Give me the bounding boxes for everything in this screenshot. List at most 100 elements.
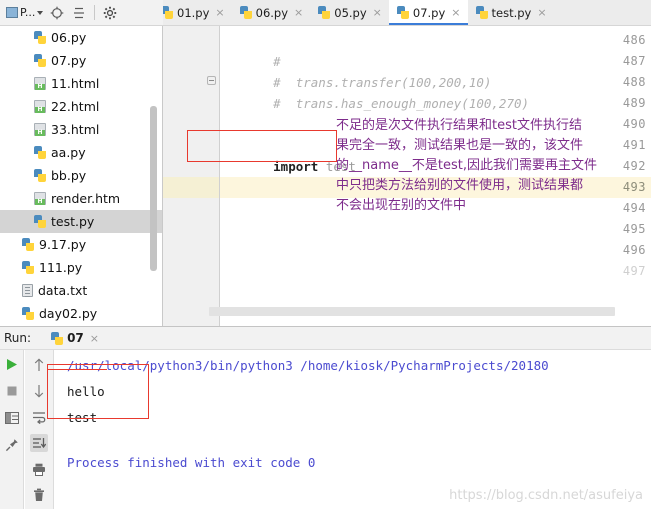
collapse-all-icon[interactable] (69, 3, 89, 23)
tree-item-33html[interactable]: 33.html (0, 118, 162, 141)
scroll-down-icon[interactable] (30, 382, 48, 400)
line-number: 489 (622, 96, 646, 110)
run-actions-toolbar (0, 350, 24, 509)
locate-target-icon[interactable] (47, 3, 67, 23)
close-icon[interactable]: × (537, 7, 546, 18)
code-line-488: # trans.has_enough_money(100,270) (228, 72, 529, 111)
print-icon[interactable] (30, 460, 48, 478)
close-icon[interactable]: × (90, 333, 99, 344)
project-dropdown[interactable]: P... (4, 5, 45, 20)
python-file-icon (22, 307, 34, 320)
console-output[interactable]: /usr/local/python3/bin/python3 /home/kio… (55, 350, 651, 509)
code-line-487: # trans.transfer(100,200,10) (228, 51, 491, 90)
tree-item-bbpy[interactable]: bb.py (0, 164, 162, 187)
tab-label: 06.py (255, 5, 289, 20)
console-line-output-hello: hello (67, 384, 105, 399)
close-icon[interactable]: × (215, 7, 224, 18)
line-number: 490 (622, 117, 646, 131)
tab-testpy[interactable]: test.py × (467, 0, 554, 25)
tab-label: 01.py (177, 5, 210, 20)
soft-wrap-icon[interactable] (30, 408, 48, 426)
close-icon[interactable]: × (373, 7, 382, 18)
pin-tab-icon[interactable] (3, 436, 21, 454)
tree-item-label: 06.py (51, 30, 87, 45)
python-file-icon (34, 215, 46, 228)
html-file-icon (34, 123, 46, 136)
close-icon[interactable]: × (294, 7, 303, 18)
tree-item-label: 07.py (51, 53, 87, 68)
tree-item-07py[interactable]: 07.py (0, 49, 162, 72)
tree-item-label: 11.html (51, 76, 100, 91)
tree-item-datatxt[interactable]: data.txt (0, 279, 162, 302)
editor-horizontal-scrollbar[interactable] (209, 307, 615, 316)
tree-item-testpy[interactable]: test.py (0, 210, 162, 233)
console-strikethrough (47, 369, 107, 370)
editor-gutter[interactable] (163, 26, 220, 326)
project-label: P... (20, 6, 36, 19)
python-file-icon (51, 331, 64, 345)
settings-gear-icon[interactable] (100, 3, 120, 23)
tree-item-917py[interactable]: 9.17.py (0, 233, 162, 256)
tree-item-111py[interactable]: 111.py (0, 256, 162, 279)
code-line-486: # (228, 30, 281, 69)
python-file-icon (34, 146, 46, 159)
tab-label: 07.py (412, 5, 446, 20)
line-number-current: 493 (622, 180, 646, 194)
tree-item-06py[interactable]: 06.py (0, 26, 162, 49)
line-number: 492 (622, 159, 646, 173)
annotation-line-1: 不足的是次文件执行结果和test文件执行结 (336, 118, 582, 133)
tree-item-label: 22.html (51, 99, 100, 114)
annotation-line-2: 果完全一致，测试结果也是一致的，该文件 (336, 138, 584, 153)
html-file-icon (34, 77, 46, 90)
python-file-icon (34, 54, 46, 67)
python-file-icon (239, 6, 252, 19)
annotation-line-3: 的__name__不是test,因此我们需要再主文件 (336, 158, 597, 173)
run-panel-header: Run: 07 × (0, 327, 651, 350)
line-number: 496 (622, 243, 646, 257)
editor-tab-bar: 01.py × 06.py × 05.py × 07.py × test.py (163, 0, 651, 26)
scroll-up-icon[interactable] (30, 356, 48, 374)
tree-item-11html[interactable]: 11.html (0, 72, 162, 95)
scroll-to-end-icon[interactable] (30, 434, 48, 452)
tab-06py[interactable]: 06.py × (231, 0, 311, 25)
html-file-icon (34, 100, 46, 113)
clear-all-trash-icon[interactable] (30, 486, 48, 504)
project-tree-panel[interactable]: 06.py 07.py 11.html 22.html 33.html aa.p… (0, 26, 163, 326)
close-icon[interactable]: × (451, 7, 460, 18)
line-number: 497 (622, 264, 646, 278)
code-comment: # trans.has_enough_money(100,270) (273, 96, 530, 111)
code-keyword-import: import (273, 159, 319, 174)
python-file-icon (34, 169, 46, 182)
html-file-icon (34, 192, 46, 205)
code-editor[interactable]: 486 487 488 489 490 491 492 493 494 495 … (163, 26, 651, 326)
stop-button-icon[interactable] (3, 382, 21, 400)
tab-01py[interactable]: 01.py × (163, 0, 232, 25)
tab-07py[interactable]: 07.py × (388, 0, 468, 25)
tree-scrollbar[interactable] (150, 106, 157, 271)
annotation-line-4: 中只把类方法给别的文件使用，测试结果都 (336, 178, 584, 193)
python-file-icon (22, 238, 34, 251)
line-number: 495 (622, 222, 646, 236)
code-fold-icon[interactable] (207, 76, 216, 85)
tree-item-label: aa.py (51, 145, 86, 160)
run-tab-label: 07 (67, 331, 84, 345)
project-toolbar: P... (0, 0, 163, 26)
console-actions-toolbar (25, 350, 54, 509)
tree-item-label: 9.17.py (39, 237, 87, 252)
tree-item-day02py[interactable]: day02.py (0, 302, 162, 325)
python-file-icon (163, 6, 173, 19)
tree-item-label: day02.py (39, 306, 98, 321)
restore-layout-icon[interactable] (3, 409, 21, 427)
tree-item-renderhtml[interactable]: render.htm (0, 187, 162, 210)
run-button-icon[interactable] (3, 355, 21, 373)
tree-item-aapy[interactable]: aa.py (0, 141, 162, 164)
pycharm-window: P... 01.py × 06.py × 05.py × 07.py × tes… (0, 0, 651, 509)
tab-05py[interactable]: 05.py × (310, 0, 389, 25)
run-tab-07[interactable]: 07 × (51, 331, 99, 345)
line-number: 494 (622, 201, 646, 215)
tree-item-22html[interactable]: 22.html (0, 95, 162, 118)
chevron-down-icon (37, 10, 44, 15)
line-number: 488 (622, 75, 646, 89)
project-icon (6, 7, 18, 18)
console-line-command: /usr/local/python3/bin/python3 /home/kio… (67, 358, 549, 373)
